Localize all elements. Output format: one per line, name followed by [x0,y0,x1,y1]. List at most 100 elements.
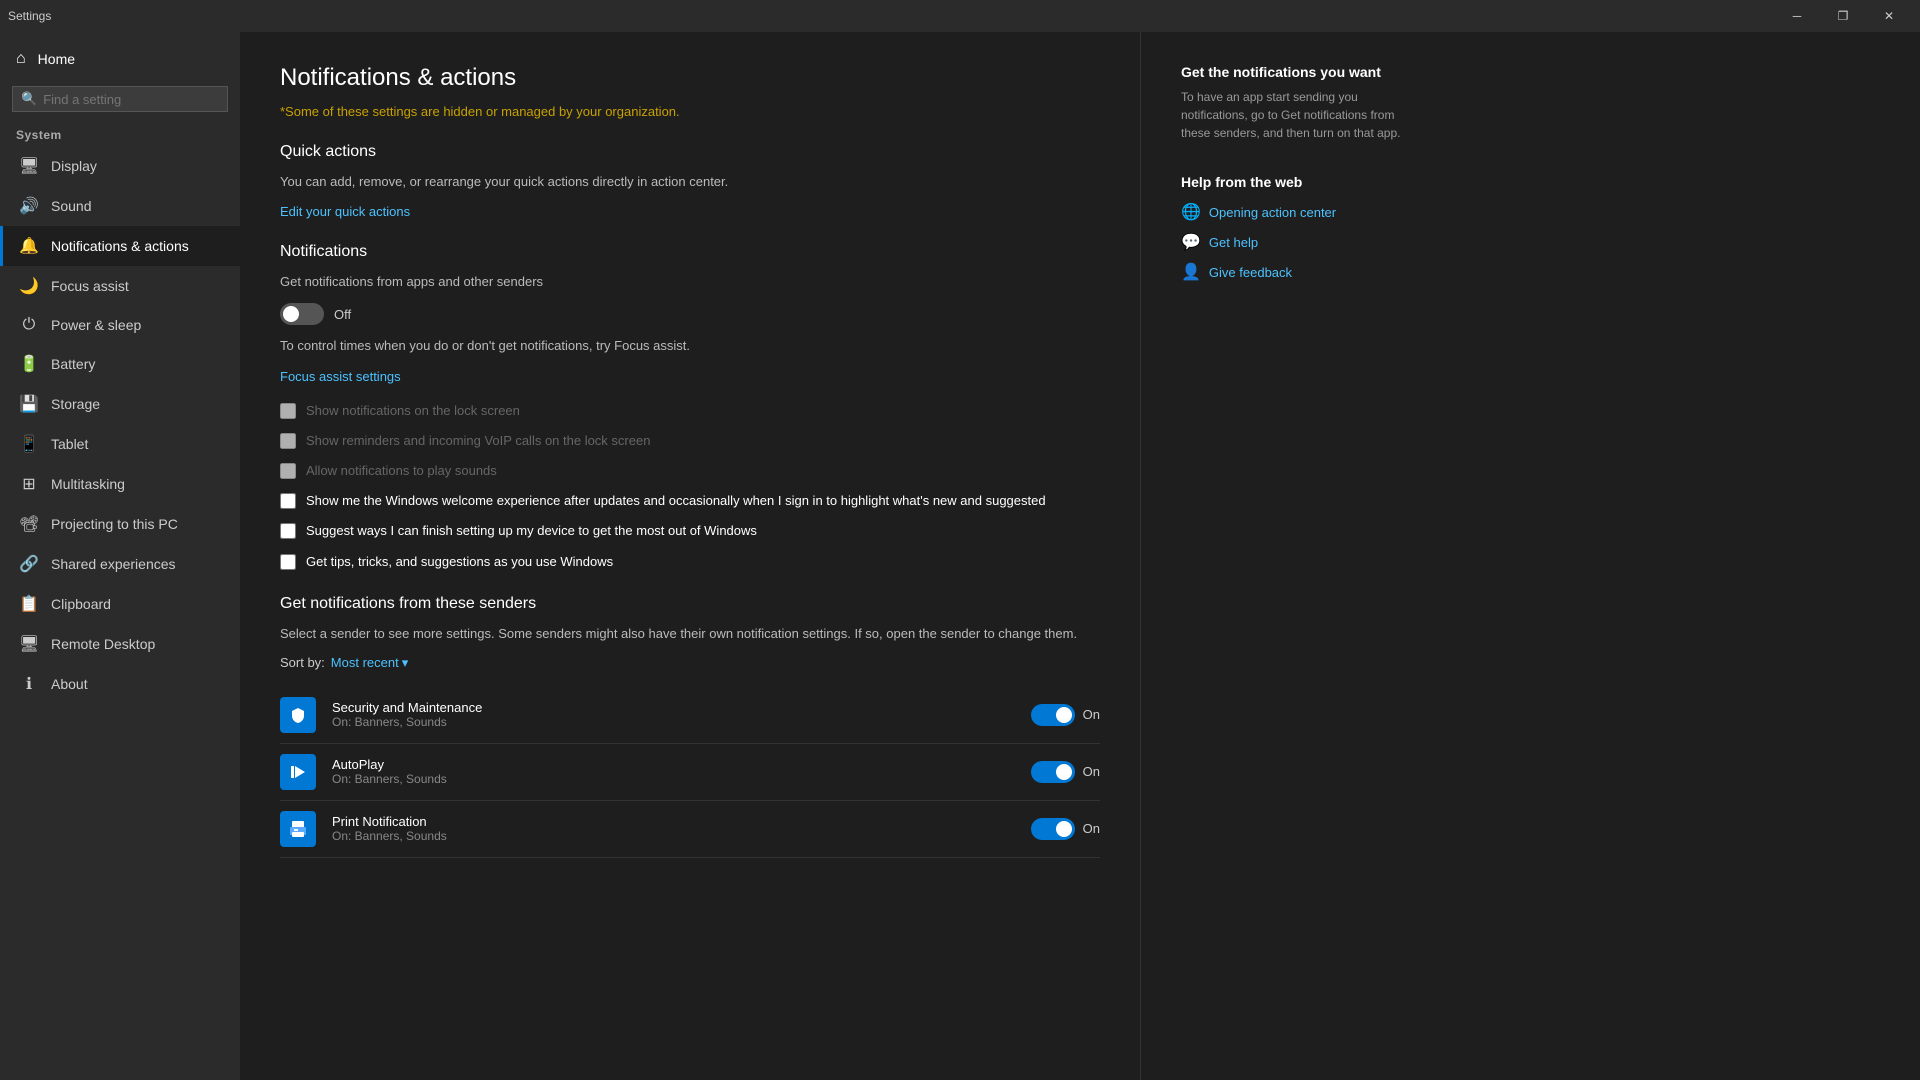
get-help-link[interactable]: 💬 Get help [1181,232,1416,252]
sender-sub-autoplay: On: Banners, Sounds [332,772,1015,786]
sort-value[interactable]: Most recent ▾ [331,655,408,671]
sender-row-autoplay[interactable]: AutoPlay On: Banners, Sounds On [280,744,1100,801]
about-icon: ℹ [19,674,39,694]
checkbox-welcome-input[interactable] [280,493,296,509]
sidebar-item-label: Storage [51,396,100,412]
checkbox-suggest-label: Suggest ways I can finish setting up my … [306,522,757,540]
sender-toggle-label-print: On [1083,821,1100,836]
sidebar-section-system: System [0,120,240,146]
edit-quick-actions-link[interactable]: Edit your quick actions [280,204,410,219]
checkbox-sounds-input[interactable] [280,463,296,479]
search-icon: 🔍 [21,91,37,107]
chevron-down-icon: ▾ [402,655,409,671]
sidebar-item-label: Power & sleep [51,317,141,333]
titlebar-title: Settings [8,9,51,23]
sender-toggle-print[interactable] [1031,818,1075,840]
sidebar-item-shared[interactable]: 🔗 Shared experiences [0,544,240,584]
sidebar-item-remote[interactable]: 🖥 Remote Desktop [0,624,240,664]
sidebar-item-power[interactable]: ⏻ Power & sleep [0,306,240,344]
action-center-icon: 🌐 [1181,202,1201,222]
sidebar-item-projecting[interactable]: 📽 Projecting to this PC [0,504,240,544]
sender-toggle-label-autoplay: On [1083,764,1100,779]
notifications-toggle-text: Off [334,307,351,322]
checkbox-lockscreen-input[interactable] [280,403,296,419]
sidebar-item-multitasking[interactable]: ⊞ Multitasking [0,464,240,504]
notifications-toggle-row: Off [280,303,1100,325]
checkbox-voip-label: Show reminders and incoming VoIP calls o… [306,432,650,450]
projecting-icon: 📽 [19,514,39,534]
sender-info-security: Security and Maintenance On: Banners, So… [332,700,1015,729]
multitasking-icon: ⊞ [19,474,39,494]
sidebar-item-label: Shared experiences [51,556,176,572]
notifications-toggle[interactable] [280,303,324,325]
focus-assist-settings-link[interactable]: Focus assist settings [280,369,401,384]
sender-name-security: Security and Maintenance [332,700,1015,715]
sender-toggle-security[interactable] [1031,704,1075,726]
checkbox-voip-input[interactable] [280,433,296,449]
display-icon: 🖥 [19,156,39,176]
checkbox-suggest: Suggest ways I can finish setting up my … [280,522,1100,540]
sender-info-print: Print Notification On: Banners, Sounds [332,814,1015,843]
sender-toggle-autoplay[interactable] [1031,761,1075,783]
sidebar-item-storage[interactable]: 💾 Storage [0,384,240,424]
notifications-title: Notifications [280,243,1100,261]
close-button[interactable]: ✕ [1866,0,1912,32]
sidebar-item-about[interactable]: ℹ About [0,664,240,704]
toggle-knob [283,306,299,322]
give-feedback-link[interactable]: 👤 Give feedback [1181,262,1416,282]
shared-icon: 🔗 [19,554,39,574]
page-title: Notifications & actions [280,64,1100,92]
sidebar-item-home[interactable]: ⌂ Home [0,40,240,78]
sender-icon-autoplay [280,754,316,790]
checkbox-sounds-label: Allow notifications to play sounds [306,462,497,480]
sender-sub-print: On: Banners, Sounds [332,829,1015,843]
org-warning: *Some of these settings are hidden or ma… [280,104,1100,119]
quick-actions-desc: You can add, remove, or rearrange your q… [280,173,1100,191]
sidebar-item-label: Focus assist [51,278,129,294]
right-panel-notifications-section: Get the notifications you want To have a… [1181,64,1416,142]
restore-button[interactable]: ❐ [1820,0,1866,32]
sender-row-security[interactable]: Security and Maintenance On: Banners, So… [280,687,1100,744]
checkbox-voip: Show reminders and incoming VoIP calls o… [280,432,1100,450]
right-panel-notifications-title: Get the notifications you want [1181,64,1416,80]
senders-title: Get notifications from these senders [280,595,1100,613]
sound-icon: 🔊 [19,196,39,216]
checkbox-lockscreen-label: Show notifications on the lock screen [306,402,520,420]
sidebar-search[interactable]: 🔍 [12,86,228,112]
right-panel: Get the notifications you want To have a… [1140,32,1440,1080]
titlebar-controls: ─ ❐ ✕ [1774,0,1912,32]
app-body: ⌂ Home 🔍 System 🖥 Display 🔊 Sound 🔔 Noti… [0,32,1920,1080]
sender-icon-security [280,697,316,733]
sender-name-autoplay: AutoPlay [332,757,1015,772]
sender-row-print[interactable]: Print Notification On: Banners, Sounds O… [280,801,1100,858]
sidebar-item-display[interactable]: 🖥 Display [0,146,240,186]
search-input[interactable] [43,92,219,107]
sidebar-item-focus[interactable]: 🌙 Focus assist [0,266,240,306]
sidebar-item-label: Projecting to this PC [51,516,178,532]
quick-actions-title: Quick actions [280,143,1100,161]
checkbox-suggest-input[interactable] [280,523,296,539]
toggle-knob [1056,707,1072,723]
give-feedback-icon: 👤 [1181,262,1201,282]
sidebar-item-tablet[interactable]: 📱 Tablet [0,424,240,464]
sender-sub-security: On: Banners, Sounds [332,715,1015,729]
checkbox-lockscreen: Show notifications on the lock screen [280,402,1100,420]
minimize-button[interactable]: ─ [1774,0,1820,32]
right-panel-help-section: Help from the web 🌐 Opening action cente… [1181,174,1416,282]
sender-icon-print [280,811,316,847]
sidebar-item-label: Display [51,158,97,174]
sidebar-item-clipboard[interactable]: 📋 Clipboard [0,584,240,624]
opening-action-center-link[interactable]: 🌐 Opening action center [1181,202,1416,222]
sidebar-item-sound[interactable]: 🔊 Sound [0,186,240,226]
sidebar-item-battery[interactable]: 🔋 Battery [0,344,240,384]
checkbox-tips-input[interactable] [280,554,296,570]
sidebar-item-label: Tablet [51,436,88,452]
sidebar: ⌂ Home 🔍 System 🖥 Display 🔊 Sound 🔔 Noti… [0,32,240,1080]
remote-icon: 🖥 [19,634,39,654]
sidebar-item-notifications[interactable]: 🔔 Notifications & actions [0,226,240,266]
toggle-knob [1056,821,1072,837]
sidebar-item-label: About [51,676,88,692]
sender-info-autoplay: AutoPlay On: Banners, Sounds [332,757,1015,786]
main-content: Notifications & actions *Some of these s… [240,32,1140,1080]
sidebar-item-label: Battery [51,356,95,372]
